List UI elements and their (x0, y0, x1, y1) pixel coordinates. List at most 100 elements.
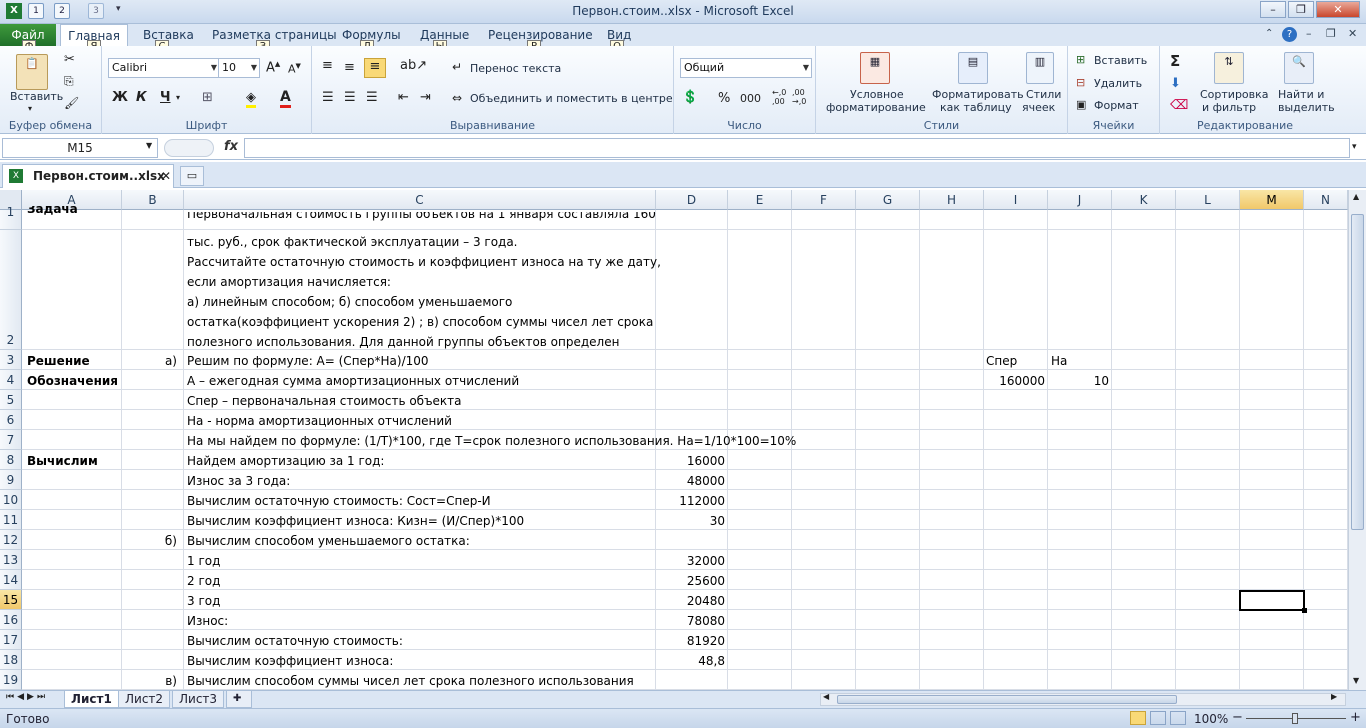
decrease-indent-icon[interactable]: ⇤ (398, 90, 409, 105)
row-header-16[interactable]: 16 (0, 610, 22, 630)
document-tab[interactable]: X Первон.стоим..xlsx * ✕ (2, 164, 174, 205)
row-header-18[interactable]: 18 (0, 650, 22, 670)
shrink-font-icon[interactable]: A▼ (288, 62, 301, 76)
close-tab-icon[interactable]: ✕ (161, 165, 171, 187)
sheet-tab-3[interactable]: Лист3 (172, 691, 225, 708)
name-box-dropdown-icon[interactable]: ▼ (146, 141, 152, 150)
row-header-19[interactable]: 19 (0, 670, 22, 690)
spreadsheet-grid[interactable]: ABCDEFGHIJKLMN 1 2 3 4 5 6 7 8 9 10 11 12 13 14 15 16 17… (0, 190, 1348, 690)
maximize-button[interactable]: ❐ (1288, 1, 1314, 18)
cell-I4[interactable]: 160000 (984, 374, 1048, 388)
expand-formula-bar-icon[interactable]: ▾ (1352, 142, 1357, 152)
cell-C14[interactable]: 2 год (184, 574, 223, 588)
cell-D10[interactable]: 112000 (656, 494, 728, 508)
number-format-combo[interactable]: Общий ▼ (680, 58, 812, 78)
sheet-nav-icon[interactable]: ⏮◀▶⏭ (6, 692, 48, 702)
column-header-H[interactable]: H (920, 190, 984, 210)
page-layout-view-icon[interactable] (1150, 711, 1166, 725)
row-header-10[interactable]: 10 (0, 490, 22, 510)
orientation-icon[interactable]: ab↗ (400, 58, 427, 73)
row-header-3[interactable]: 3 (0, 350, 22, 370)
align-top-icon[interactable]: ≡ (322, 58, 333, 73)
format-as-table-label-2[interactable]: как таблицу (940, 101, 1012, 114)
underline-dropdown-icon[interactable]: ▾ (176, 93, 180, 102)
normal-view-icon[interactable] (1130, 711, 1146, 725)
new-tab-icon[interactable]: ▭ (180, 166, 204, 186)
grow-font-icon[interactable]: A▲ (266, 60, 280, 75)
find-select-label-1[interactable]: Найти и (1278, 88, 1324, 101)
increase-decimal-button[interactable]: ←,0 ,00 (772, 88, 788, 106)
format-painter-icon[interactable]: 🖌 (64, 96, 79, 110)
cell-J4[interactable]: 10 (1048, 374, 1112, 388)
thousands-separator-button[interactable]: 000 (740, 92, 761, 105)
copy-icon[interactable]: ⎘ (64, 74, 74, 89)
row-header-5[interactable]: 5 (0, 390, 22, 410)
font-name-combo[interactable]: Calibri ▼ (108, 58, 220, 78)
cell-D15[interactable]: 20480 (656, 594, 728, 608)
row-header-11[interactable]: 11 (0, 510, 22, 530)
cell-C2[interactable]: тыс. руб., срок фактической эксплуатации… (184, 232, 664, 352)
cell-C17[interactable]: Вычислим остаточную стоимость: (184, 634, 406, 648)
insert-cells-icon[interactable]: ⊞ (1076, 53, 1085, 66)
paste-button[interactable]: Вставить (10, 90, 63, 103)
cell-C11[interactable]: Вычислим коэффициент износа: Кизн= (И/Сп… (184, 514, 527, 528)
row-header-17[interactable]: 17 (0, 630, 22, 650)
row-header-8[interactable]: 8 (0, 450, 22, 470)
cell-D13[interactable]: 32000 (656, 554, 728, 568)
font-size-combo[interactable]: 10 ▼ (218, 58, 260, 78)
format-cells-button[interactable]: Формат (1094, 99, 1139, 112)
row-header-9[interactable]: 9 (0, 470, 22, 490)
cell-styles-label-2[interactable]: ячеек (1022, 101, 1055, 114)
cell-A8[interactable]: Вычислим (24, 454, 101, 468)
italic-button[interactable]: К (136, 90, 147, 105)
workbook-restore-icon[interactable]: ❐ (1326, 27, 1336, 40)
minimize-button[interactable]: – (1260, 1, 1286, 18)
paste-dropdown-icon[interactable]: ▾ (28, 104, 32, 113)
cell-C10[interactable]: Вычислим остаточную стоимость: Сост=Спер… (184, 494, 494, 508)
horizontal-scrollbar[interactable]: ◀ ▶ (820, 692, 1346, 706)
insert-sheet-icon[interactable]: ✚ (226, 691, 252, 708)
cell-C18[interactable]: Вычислим коэффициент износа: (184, 654, 396, 668)
cell-C12[interactable]: Вычислим способом уменьшаемого остатка: (184, 534, 473, 548)
autosum-icon[interactable]: Σ (1170, 52, 1180, 70)
percent-button[interactable]: % (718, 91, 730, 106)
scroll-down-icon[interactable]: ▼ (1353, 676, 1359, 685)
tab-page-layout[interactable]: Разметка страницы (212, 28, 337, 42)
row-header-12[interactable]: 12 (0, 530, 22, 550)
close-button[interactable]: ✕ (1316, 1, 1360, 18)
name-box[interactable]: M15 (2, 138, 158, 158)
workbook-minimize-icon[interactable]: – (1306, 27, 1312, 40)
increase-indent-icon[interactable]: ⇥ (420, 90, 431, 105)
borders-icon[interactable]: ⊞ (202, 90, 213, 105)
format-as-table-icon[interactable]: ▤ (958, 52, 988, 84)
cell-B3[interactable]: а) (122, 354, 180, 368)
find-select-icon[interactable]: 🔍 (1284, 52, 1314, 84)
cell-C15[interactable]: 3 год (184, 594, 223, 608)
delete-cells-button[interactable]: Удалить (1094, 77, 1142, 90)
align-bottom-icon[interactable]: ≡ (364, 58, 386, 78)
merge-center-icon[interactable]: ⇔ (452, 91, 462, 105)
column-header-G[interactable]: G (856, 190, 920, 210)
column-header-J[interactable]: J (1048, 190, 1112, 210)
row-header-4[interactable]: 4 (0, 370, 22, 390)
wrap-text-icon[interactable]: ↵ (452, 60, 462, 74)
cell-D16[interactable]: 78080 (656, 614, 728, 628)
align-middle-icon[interactable]: ≡ (344, 60, 355, 75)
cell-C1[interactable]: Первоначальная стоимость группы объектов… (184, 212, 659, 222)
column-header-C[interactable]: C (184, 190, 656, 210)
sort-filter-label-2[interactable]: и фильтр (1202, 101, 1256, 114)
cell-C16[interactable]: Износ: (184, 614, 231, 628)
vertical-scrollbar[interactable]: ▲ ▼ (1348, 190, 1366, 690)
conditional-formatting-label-2[interactable]: форматирование (826, 101, 926, 114)
cell-C7[interactable]: На мы найдем по формуле: (1/T)*100, где … (184, 434, 799, 448)
vertical-scroll-thumb[interactable] (1351, 214, 1364, 530)
wrap-text-button[interactable]: Перенос текста (470, 62, 561, 75)
clear-icon[interactable]: ⌫ (1170, 98, 1188, 113)
scroll-up-icon[interactable]: ▲ (1353, 192, 1359, 201)
cell-C9[interactable]: Износ за 3 года: (184, 474, 293, 488)
column-header-B[interactable]: B (122, 190, 184, 210)
row-header-6[interactable]: 6 (0, 410, 22, 430)
workbook-close-icon[interactable]: ✕ (1348, 27, 1357, 40)
cell-C3[interactable]: Решим по формуле: А= (Спер*На)/100 (184, 354, 432, 368)
insert-function-button[interactable]: fx (224, 139, 238, 154)
